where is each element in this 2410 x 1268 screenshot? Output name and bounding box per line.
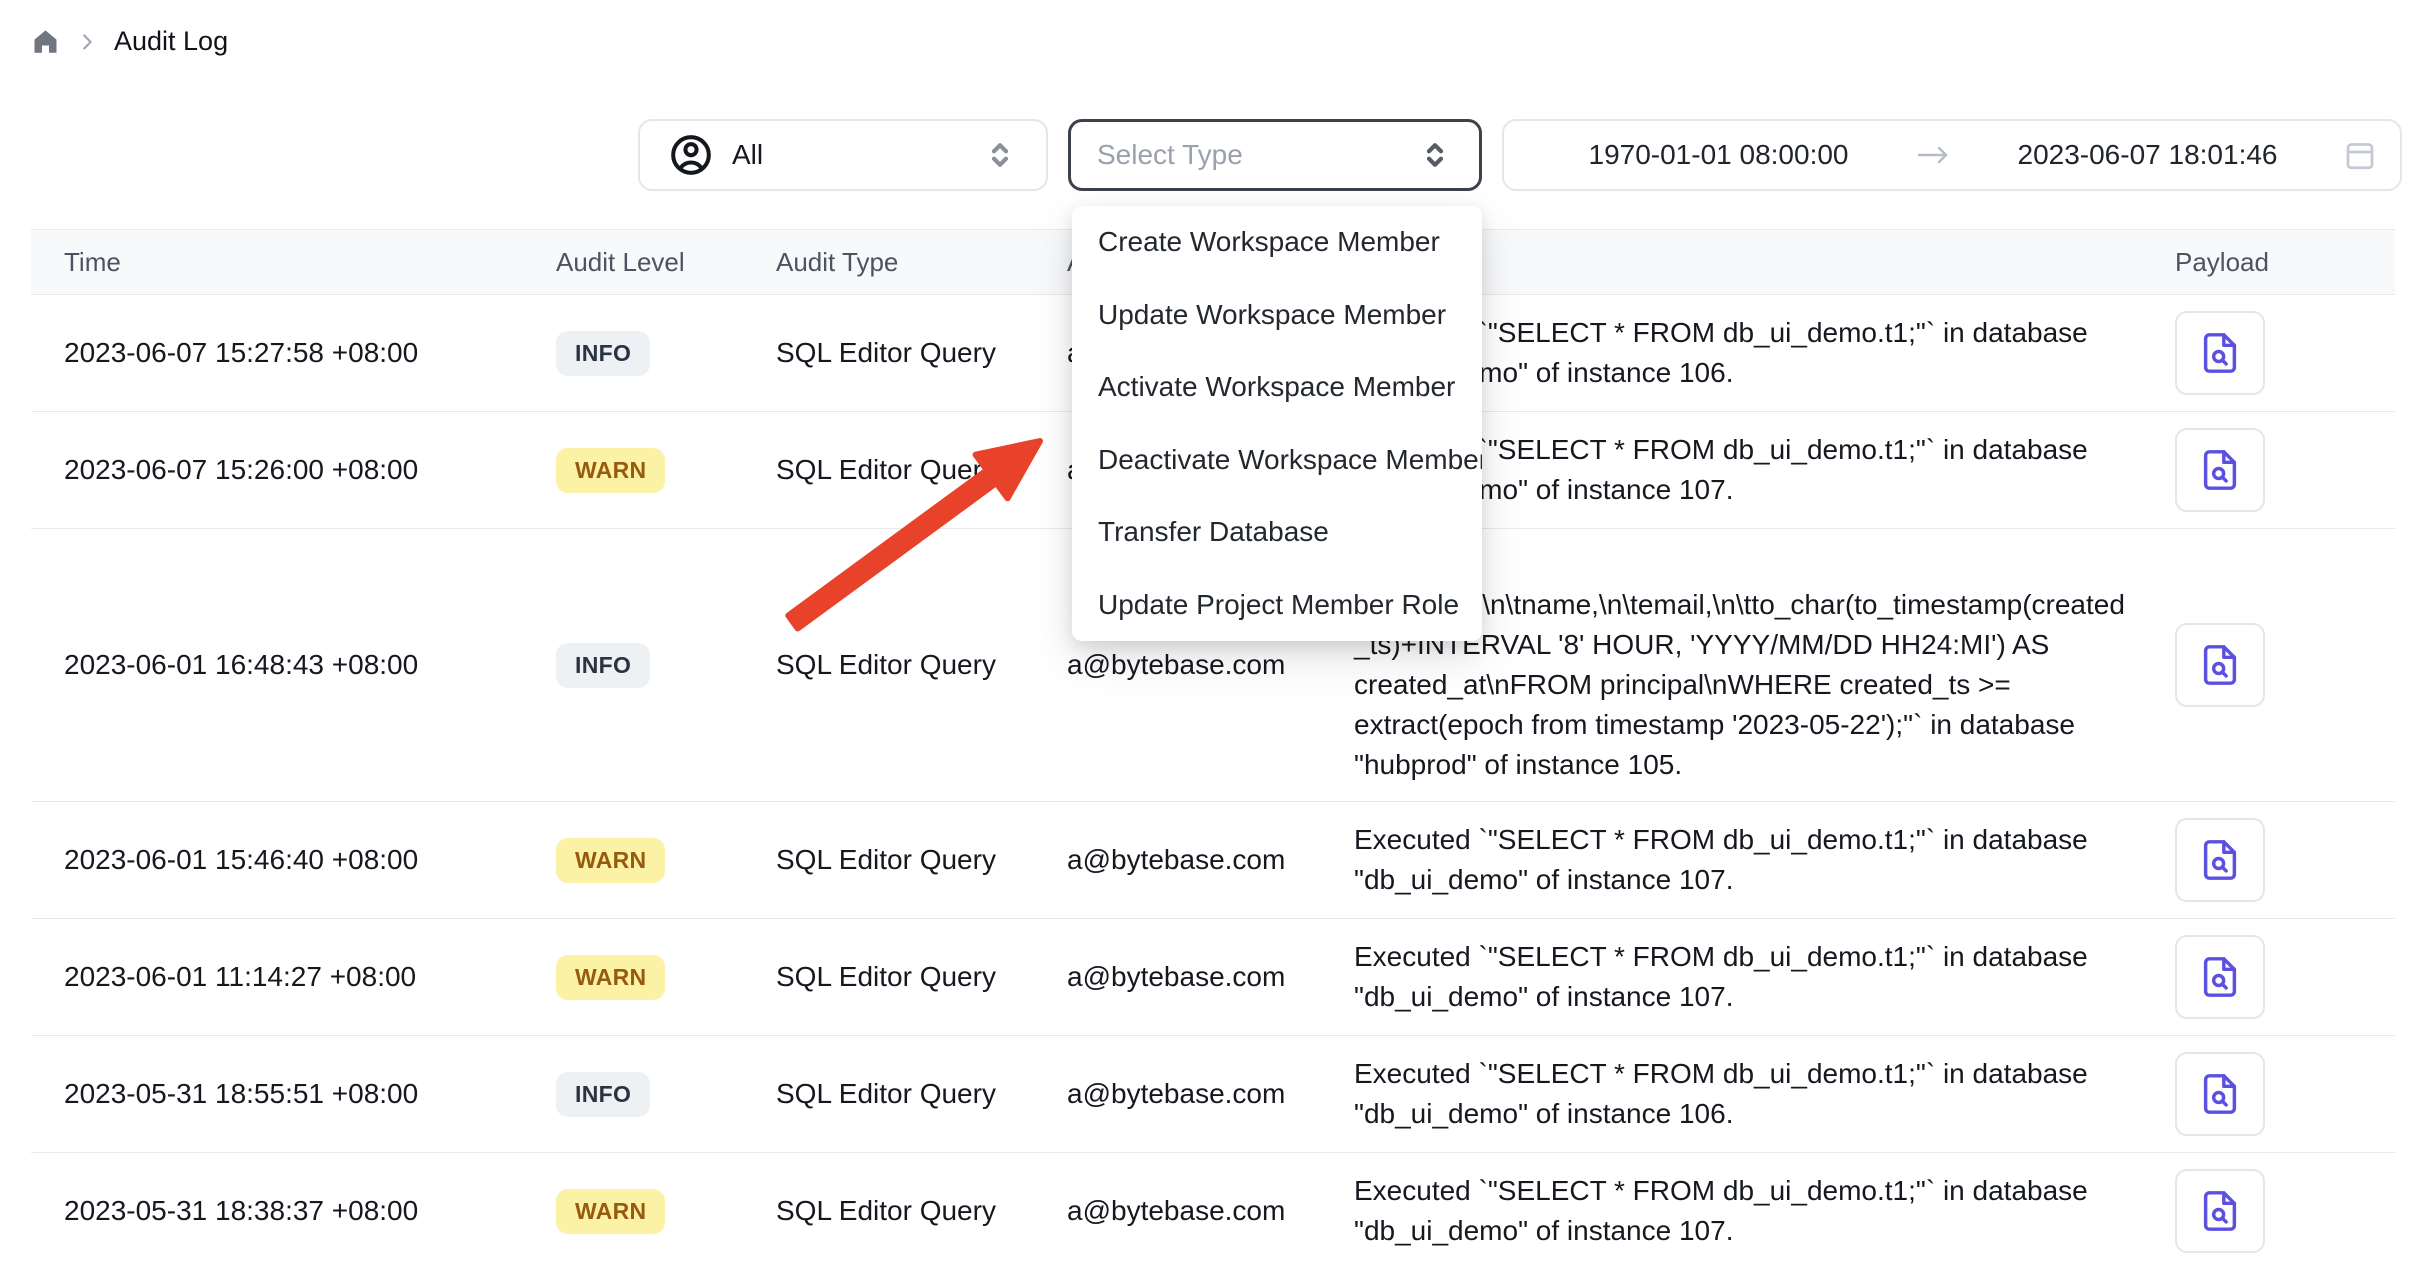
- payload-cell: [2175, 818, 2395, 902]
- view-payload-button[interactable]: [2175, 428, 2265, 512]
- chevrons-up-down-icon: [1417, 137, 1453, 173]
- audit-type-cell: SQL Editor Query: [776, 649, 1067, 681]
- view-payload-button[interactable]: [2175, 1052, 2265, 1136]
- date-range-start[interactable]: 1970-01-01 08:00:00: [1534, 139, 1903, 171]
- breadcrumb: Audit Log: [31, 26, 228, 57]
- file-search-icon: [2197, 1188, 2243, 1234]
- time-cell: 2023-05-31 18:55:51 +08:00: [31, 1078, 556, 1110]
- payload-cell: [2175, 935, 2395, 1019]
- column-header-time: Time: [31, 247, 556, 278]
- column-header-payload: Payload: [2175, 247, 2395, 278]
- view-payload-button[interactable]: [2175, 311, 2265, 395]
- type-option[interactable]: Create Workspace Member: [1072, 206, 1482, 279]
- date-range-picker[interactable]: 1970-01-01 08:00:00 2023-06-07 18:01:46: [1502, 119, 2402, 191]
- column-header-audit-type: Audit Type: [776, 247, 1067, 278]
- type-option[interactable]: Update Workspace Member: [1072, 279, 1482, 352]
- home-icon[interactable]: [31, 27, 60, 56]
- audit-level-badge: INFO: [556, 643, 776, 688]
- table-row: 2023-05-31 18:55:51 +08:00 INFO SQL Edit…: [31, 1036, 2395, 1153]
- table-row: 2023-06-01 11:14:27 +08:00 WARN SQL Edit…: [31, 919, 2395, 1036]
- actor-cell: a@bytebase.com: [1067, 961, 1354, 993]
- audit-level-badge: WARN: [556, 955, 776, 1000]
- time-cell: 2023-06-07 15:27:58 +08:00: [31, 337, 556, 369]
- table-row: 2023-06-01 15:46:40 +08:00 WARN SQL Edit…: [31, 802, 2395, 919]
- time-cell: 2023-06-01 16:48:43 +08:00: [31, 649, 556, 681]
- type-option[interactable]: Activate Workspace Member: [1072, 351, 1482, 424]
- audit-level-badge: WARN: [556, 448, 776, 493]
- view-payload-button[interactable]: [2175, 935, 2265, 1019]
- time-cell: 2023-06-01 15:46:40 +08:00: [31, 844, 556, 876]
- chevrons-up-down-icon: [982, 137, 1018, 173]
- type-filter-placeholder: Select Type: [1097, 139, 1417, 171]
- file-search-icon: [2197, 642, 2243, 688]
- audit-type-cell: SQL Editor Query: [776, 337, 1067, 369]
- calendar-icon: [2342, 137, 2378, 173]
- audit-type-cell: SQL Editor Query: [776, 1195, 1067, 1227]
- file-search-icon: [2197, 1071, 2243, 1117]
- column-header-audit-level: Audit Level: [556, 247, 776, 278]
- actor-cell: a@bytebase.com: [1067, 1195, 1354, 1227]
- arrow-right-icon: [1913, 140, 1953, 170]
- payload-cell: [2175, 1052, 2395, 1136]
- time-cell: 2023-06-07 15:26:00 +08:00: [31, 454, 556, 486]
- chevron-right-icon: [76, 31, 98, 53]
- actor-filter-select[interactable]: All: [638, 119, 1048, 191]
- time-cell: 2023-06-01 11:14:27 +08:00: [31, 961, 556, 993]
- view-payload-button[interactable]: [2175, 818, 2265, 902]
- audit-level-badge: WARN: [556, 838, 776, 883]
- audit-level-badge: WARN: [556, 1189, 776, 1234]
- file-search-icon: [2197, 447, 2243, 493]
- view-payload-button[interactable]: [2175, 1169, 2265, 1253]
- audit-level-badge: INFO: [556, 331, 776, 376]
- payload-cell: [2175, 428, 2395, 512]
- type-dropdown: Create Workspace MemberUpdate Workspace …: [1072, 206, 1482, 641]
- type-option[interactable]: Deactivate Workspace Member: [1072, 424, 1482, 497]
- comment-cell: Executed `"SELECT * FROM db_ui_demo.t1;"…: [1354, 1054, 2175, 1134]
- time-cell: 2023-05-31 18:38:37 +08:00: [31, 1195, 556, 1227]
- audit-type-cell: SQL Editor Query: [776, 454, 1067, 486]
- file-search-icon: [2197, 837, 2243, 883]
- page-title: Audit Log: [114, 26, 228, 57]
- comment-cell: Executed `"SELECT * FROM db_ui_demo.t1;"…: [1354, 1171, 2175, 1251]
- comment-cell: Executed `"SELECT * FROM db_ui_demo.t1;"…: [1354, 820, 2175, 900]
- audit-type-cell: SQL Editor Query: [776, 1078, 1067, 1110]
- type-option[interactable]: Transfer Database: [1072, 496, 1482, 569]
- type-option[interactable]: Update Project Member Role: [1072, 569, 1482, 642]
- actor-cell: a@bytebase.com: [1067, 844, 1354, 876]
- comment-cell: Executed `"SELECT * FROM db_ui_demo.t1;"…: [1354, 937, 2175, 1017]
- actor-filter-value: All: [732, 139, 964, 171]
- date-range-end[interactable]: 2023-06-07 18:01:46: [1963, 139, 2332, 171]
- table-row: 2023-05-31 18:38:37 +08:00 WARN SQL Edit…: [31, 1153, 2395, 1268]
- payload-cell: [2175, 623, 2395, 707]
- actor-cell: a@bytebase.com: [1067, 649, 1354, 681]
- audit-log-page: Audit Log All Select Type 1970-01-01 08:…: [0, 0, 2410, 1268]
- audit-level-badge: INFO: [556, 1072, 776, 1117]
- payload-cell: [2175, 311, 2395, 395]
- actor-cell: a@bytebase.com: [1067, 1078, 1354, 1110]
- payload-cell: [2175, 1169, 2395, 1253]
- view-payload-button[interactable]: [2175, 623, 2265, 707]
- file-search-icon: [2197, 330, 2243, 376]
- file-search-icon: [2197, 954, 2243, 1000]
- audit-type-cell: SQL Editor Query: [776, 844, 1067, 876]
- type-filter-select[interactable]: Select Type: [1068, 119, 1482, 191]
- user-circle-icon: [668, 132, 714, 178]
- audit-type-cell: SQL Editor Query: [776, 961, 1067, 993]
